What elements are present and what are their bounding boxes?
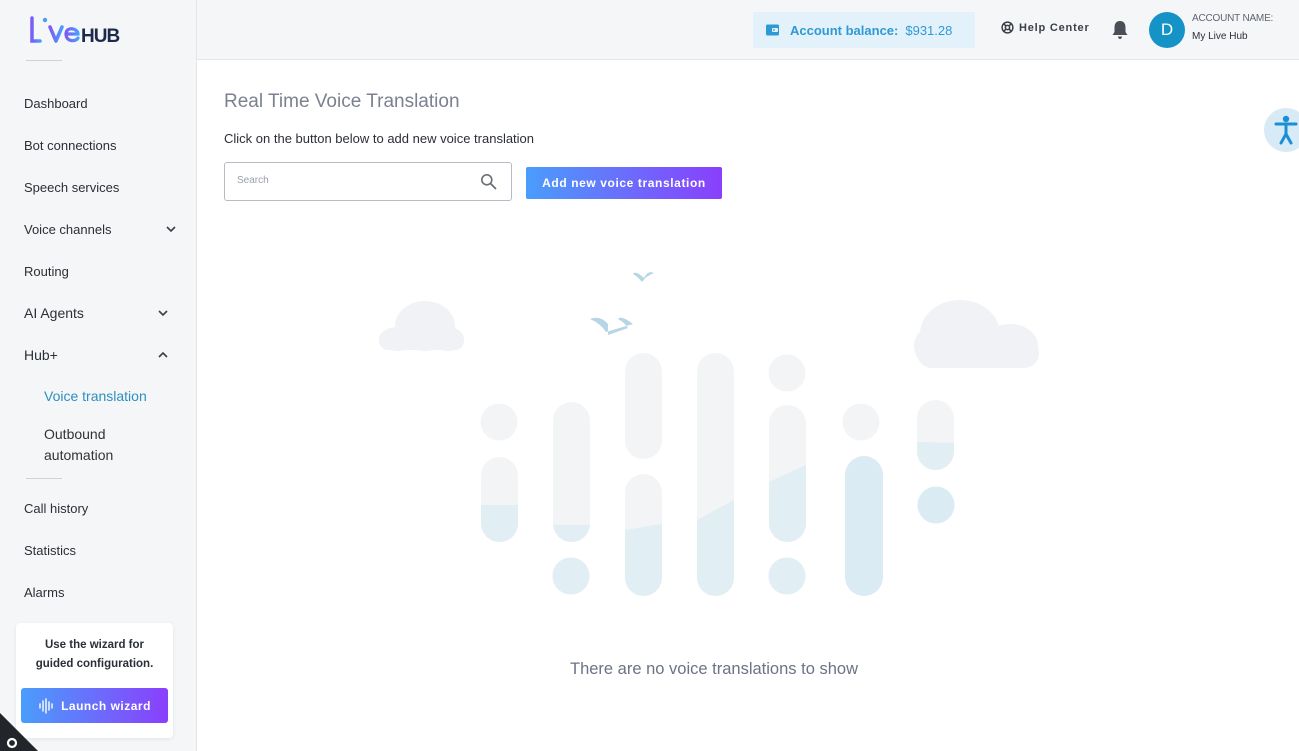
sidebar-item-label: AI Agents — [24, 305, 84, 321]
sidebar-item-speech-services[interactable]: Speech services — [0, 166, 196, 208]
chevron-down-icon — [166, 226, 176, 233]
svg-text:HUB: HUB — [81, 26, 119, 47]
top-header: Account balance: $931.28 Help Center D A… — [197, 0, 1299, 60]
sidebar-item-statistics[interactable]: Statistics — [0, 529, 196, 571]
sidebar-item-label: Statistics — [24, 542, 77, 558]
sidebar-item-alarms[interactable]: Alarms — [0, 571, 196, 613]
sidebar-submenu-hub-plus: Voice translation Outbound automation — [0, 376, 196, 474]
sidebar-item-voice-channels[interactable]: Voice channels — [0, 208, 196, 250]
help-center-link[interactable]: Help Center — [1001, 21, 1090, 34]
accessibility-icon — [1274, 115, 1298, 145]
sidebar-item-label: Bot connections — [24, 137, 117, 153]
help-center-label: Help Center — [1019, 21, 1090, 34]
sidebar-item-label: Dashboard — [24, 95, 88, 111]
bell-icon[interactable] — [1110, 19, 1130, 41]
search-input[interactable] — [237, 175, 467, 186]
account-name-value: My Live Hub — [1192, 31, 1248, 42]
logo-divider — [26, 60, 62, 61]
empty-state-message: There are no voice translations to show — [570, 660, 858, 678]
search-box — [224, 162, 512, 201]
livehub-logo[interactable]: HUB — [28, 14, 138, 50]
sidebar-item-label: Alarms — [24, 584, 65, 600]
page-subtitle: Click on the button below to add new voi… — [224, 131, 535, 146]
avatar[interactable]: D — [1149, 12, 1185, 48]
wizard-card: Use the wizard for guided configuration.… — [16, 623, 173, 738]
lifebuoy-icon — [1001, 21, 1014, 34]
sidebar-item-call-history[interactable]: Call history — [0, 487, 196, 529]
balance-label: Account balance: — [790, 22, 899, 38]
sidebar-subitem-label: Outbound automation — [44, 426, 114, 463]
sidebar: HUB Dashboard Bot connections Speech ser… — [0, 0, 197, 751]
sidebar-item-hub-plus[interactable]: Hub+ — [0, 334, 196, 376]
sidebar-item-ai-agents[interactable]: AI Agents — [0, 292, 196, 334]
settings-corner[interactable] — [0, 713, 38, 751]
sidebar-nav: Dashboard Bot connections Speech service… — [0, 82, 196, 613]
add-voice-translation-button[interactable]: Add new voice translation — [526, 167, 722, 199]
account-balance[interactable]: Account balance: $931.28 — [753, 12, 975, 48]
sidebar-item-label: Call history — [24, 500, 89, 516]
wallet-icon — [766, 24, 779, 36]
sidebar-item-dashboard[interactable]: Dashboard — [0, 82, 196, 124]
chevron-down-icon — [158, 310, 168, 317]
sidebar-item-label: Voice channels — [24, 221, 112, 237]
nav-divider — [26, 478, 62, 479]
account-name-label: ACCOUNT NAME: — [1192, 13, 1274, 24]
launch-wizard-button[interactable]: Launch wizard — [21, 688, 168, 723]
sidebar-item-label: Hub+ — [24, 347, 58, 363]
sidebar-item-routing[interactable]: Routing — [0, 250, 196, 292]
sidebar-subitem-label: Voice translation — [44, 388, 147, 404]
sidebar-item-label: Routing — [24, 263, 69, 279]
avatar-initial: D — [1160, 20, 1174, 39]
accessibility-button[interactable] — [1264, 108, 1299, 152]
wizard-text: Use the wizard for guided configuration. — [35, 639, 154, 670]
launch-wizard-label: Launch wizard — [61, 698, 151, 713]
search-icon[interactable] — [480, 173, 497, 190]
page-title: Real Time Voice Translation — [224, 91, 460, 112]
balance-amount: $931.28 — [905, 22, 953, 38]
sidebar-subitem-voice-translation[interactable]: Voice translation — [44, 376, 196, 416]
chevron-up-icon — [158, 351, 168, 358]
empty-state-illustration — [379, 272, 1039, 596]
sidebar-item-label: Speech services — [24, 179, 120, 195]
sidebar-item-bot-connections[interactable]: Bot connections — [0, 124, 196, 166]
soundwave-icon — [39, 697, 53, 714]
sidebar-subitem-outbound-automation[interactable]: Outbound automation — [44, 416, 144, 474]
